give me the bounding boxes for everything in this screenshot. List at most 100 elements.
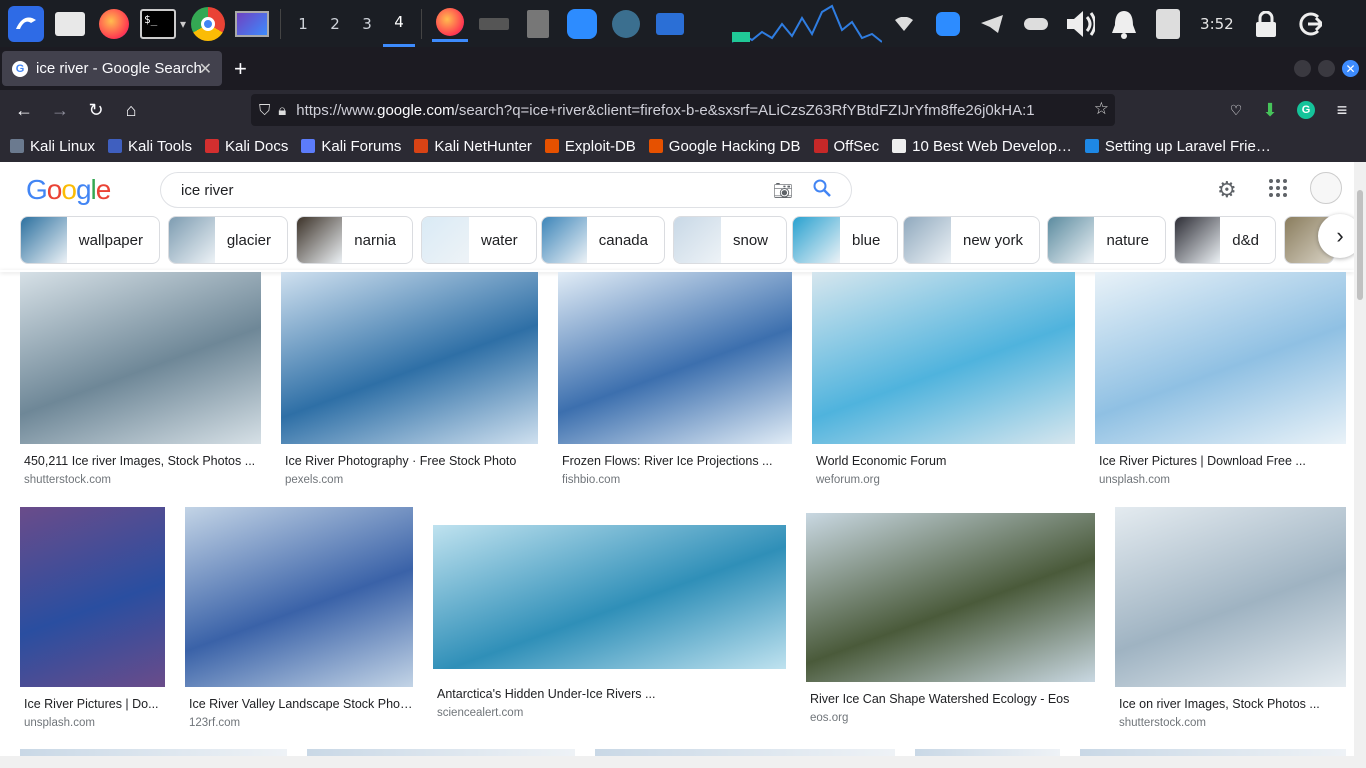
search-input[interactable] [181, 181, 761, 199]
result-thumbnail[interactable] [812, 272, 1075, 444]
bookmark-item[interactable]: Kali Linux [10, 138, 95, 155]
related-search-chip[interactable]: new york [903, 216, 1040, 264]
related-search-chip[interactable]: glacier [168, 216, 288, 264]
forward-arrow-icon[interactable]: → [48, 98, 72, 122]
shield-icon[interactable]: ⛉ [259, 102, 270, 119]
related-search-chip[interactable]: snow [673, 216, 787, 264]
account-avatar[interactable] [1310, 172, 1342, 204]
image-result[interactable]: Antarctica's Hidden Under-Ice Rivers ...… [433, 507, 786, 719]
bookmark-item[interactable]: OffSec [813, 138, 879, 155]
search-icon[interactable] [813, 179, 831, 202]
bookmark-item[interactable]: Setting up Laravel Frie… [1084, 138, 1271, 155]
result-thumbnail[interactable] [1115, 507, 1346, 687]
camera-search-icon[interactable]: 📷︎ [773, 181, 793, 201]
chevron-right-icon[interactable]: › [1318, 214, 1354, 258]
telegram-tray-icon[interactable] [977, 9, 1007, 39]
new-tab-icon[interactable]: + [234, 56, 247, 82]
result-thumbnail[interactable] [1095, 272, 1346, 444]
firefox-launcher-icon[interactable] [96, 6, 132, 42]
related-search-chip[interactable]: nature [1047, 216, 1166, 264]
clipboard-icon[interactable] [1153, 8, 1183, 39]
clock[interactable]: 3:52 [1200, 15, 1234, 33]
image-result[interactable]: Ice River Pictures | Do... unsplash.com [20, 507, 165, 729]
home-icon[interactable]: ⌂ [119, 98, 143, 122]
image-result[interactable]: World Economic Forum weforum.org [812, 272, 1075, 486]
volume-icon[interactable] [1065, 9, 1096, 39]
result-title[interactable]: Ice River Photography · Free Stock Photo [281, 454, 538, 468]
image-result[interactable]: Ice River Photography · Free Stock Photo… [281, 272, 538, 486]
related-search-chip[interactable]: blue [792, 216, 898, 264]
workspace-3[interactable]: 3 [351, 0, 383, 47]
workspace-2[interactable]: 2 [319, 0, 351, 47]
image-result[interactable]: River Ice Can Shape Watershed Ecology - … [806, 507, 1095, 724]
result-thumbnail[interactable] [281, 272, 538, 444]
image-result[interactable]: Ice River Valley Landscape Stock Phot...… [185, 507, 413, 729]
workspace-4[interactable]: 4 [383, 0, 416, 47]
related-search-chip[interactable]: water [421, 216, 537, 264]
chevron-down-icon[interactable]: ▾ [180, 17, 186, 31]
firefox-window-icon[interactable] [432, 6, 469, 42]
grammarly-icon[interactable]: G [1294, 98, 1318, 122]
notification-bell-icon[interactable] [1109, 9, 1139, 39]
bookmark-item[interactable]: Kali Docs [204, 138, 288, 155]
vertical-scrollbar[interactable] [1354, 162, 1366, 768]
wifi-icon[interactable] [889, 9, 919, 39]
image-result[interactable]: Ice on river Images, Stock Photos ... shu… [1115, 507, 1346, 729]
screenshot-tool-icon[interactable] [234, 6, 270, 42]
bookmark-item[interactable]: 10 Best Web Develop… [892, 138, 1072, 155]
keyboard-window-icon[interactable] [476, 6, 512, 42]
apps-grid-icon[interactable] [1268, 178, 1288, 203]
document-window-icon[interactable] [520, 6, 556, 42]
result-title[interactable]: 450,211 Ice river Images, Stock Photos .… [20, 454, 261, 468]
bookmark-item[interactable]: Kali Forums [301, 138, 401, 155]
reload-icon[interactable]: ↻ [84, 98, 108, 122]
result-thumbnail[interactable] [433, 525, 786, 669]
menu-hamburger-icon[interactable]: ≡ [1330, 98, 1354, 122]
result-title[interactable]: Antarctica's Hidden Under-Ice Rivers ... [433, 687, 786, 701]
image-result[interactable]: 450,211 Ice river Images, Stock Photos .… [20, 272, 261, 486]
result-thumbnail[interactable] [185, 507, 413, 687]
telegram-window-icon[interactable] [608, 6, 644, 42]
chrome-icon[interactable] [190, 6, 226, 42]
horizontal-scrollbar[interactable] [0, 756, 1354, 768]
result-title[interactable]: Ice River Valley Landscape Stock Phot... [185, 697, 413, 711]
back-arrow-icon[interactable]: ← [12, 98, 36, 122]
result-thumbnail[interactable] [20, 507, 165, 687]
maximize-window-icon[interactable] [1318, 60, 1335, 77]
terminal-icon[interactable]: $_ [140, 6, 176, 42]
link-window-icon[interactable] [652, 6, 688, 42]
file-manager-icon[interactable] [52, 6, 88, 42]
result-thumbnail[interactable] [20, 272, 261, 444]
bookmark-star-icon[interactable]: ☆ [1089, 99, 1109, 119]
scroll-thumb[interactable] [1357, 190, 1363, 300]
bookmark-item[interactable]: Google Hacking DB [648, 138, 801, 155]
bookmark-item[interactable]: Kali Tools [108, 138, 192, 155]
close-window-icon[interactable]: ✕ [1342, 60, 1359, 77]
lock-screen-icon[interactable] [1251, 9, 1281, 39]
related-search-chip[interactable]: wallpaper [20, 216, 160, 264]
result-thumbnail[interactable] [558, 272, 792, 444]
pocket-icon[interactable]: ♡ [1224, 98, 1248, 122]
settings-gear-icon[interactable]: ⚙ [1217, 177, 1237, 203]
related-search-chip[interactable]: canada [541, 216, 665, 264]
address-bar[interactable]: ⛉ 🔒︎ https://www. google.com/search?q=ice… [251, 94, 1115, 126]
related-search-chip[interactable]: narnia [296, 216, 413, 264]
related-search-chip[interactable]: d&d [1174, 216, 1276, 264]
search-box[interactable]: 📷︎ [160, 172, 852, 208]
download-icon[interactable]: ⬇ [1258, 98, 1282, 122]
zoom-tray-icon[interactable] [933, 9, 963, 39]
kali-menu-icon[interactable] [8, 5, 44, 42]
bookmark-item[interactable]: Exploit-DB [544, 138, 636, 155]
logout-icon[interactable] [1295, 9, 1325, 39]
image-result[interactable]: Frozen Flows: River Ice Projections ... f… [558, 272, 792, 486]
google-logo[interactable]: Google [26, 174, 111, 206]
zoom-window-icon[interactable] [564, 6, 600, 42]
image-result[interactable]: Ice River Pictures | Download Free ... un… [1095, 272, 1346, 486]
result-title[interactable]: Ice River Pictures | Download Free ... [1095, 454, 1346, 468]
browser-tab[interactable]: G ice river - Google Search ✕ [2, 51, 222, 86]
cloud-icon[interactable] [1021, 9, 1051, 39]
close-tab-icon[interactable]: ✕ [199, 59, 212, 79]
minimize-window-icon[interactable] [1294, 60, 1311, 77]
workspace-1[interactable]: 1 [287, 0, 319, 47]
result-title[interactable]: Ice on river Images, Stock Photos ... [1115, 697, 1346, 711]
